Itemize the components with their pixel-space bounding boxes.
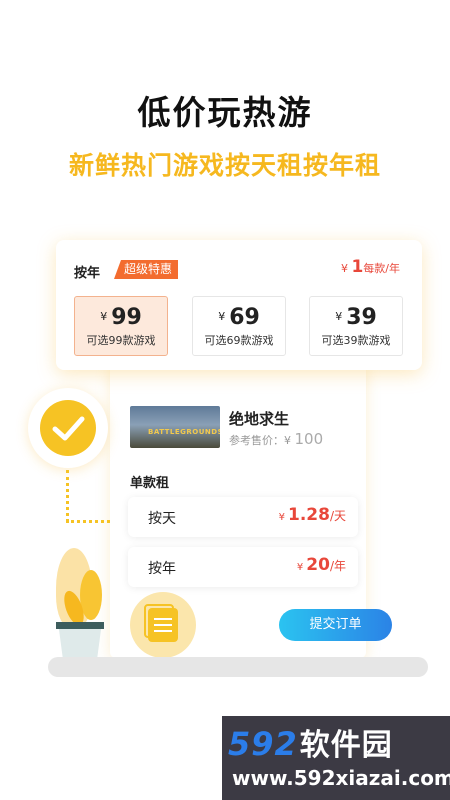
floor-shadow: [48, 657, 428, 677]
dotted-connector: [66, 470, 69, 522]
plant-pot-rim: [56, 622, 104, 629]
reference-price: 参考售价：¥ 100: [229, 430, 324, 448]
plan-option-69[interactable]: ¥69 可选69款游戏: [192, 296, 286, 356]
game-thumbnail-logo: BATTLEGROUNDS: [148, 428, 220, 436]
watermark-logo: 592软件园 www.592xiazai.com: [222, 716, 450, 800]
submit-order-button[interactable]: 提交订单: [279, 609, 392, 641]
check-icon: [40, 400, 96, 456]
game-thumbnail: BATTLEGROUNDS: [130, 406, 220, 448]
headline: 低价玩热游: [137, 93, 313, 132]
rent-option-daily[interactable]: 按天 ¥1.28/天: [128, 497, 358, 537]
check-badge: [28, 388, 108, 468]
rent-option-yearly[interactable]: 按年 ¥20/年: [128, 547, 358, 587]
plan-option-39[interactable]: ¥39 可选39款游戏: [309, 296, 403, 356]
promo-badge: 超级特惠: [114, 260, 179, 279]
document-icon: [144, 604, 178, 642]
per-game-price: ¥ 1每款/年: [340, 257, 400, 277]
document-badge: [130, 592, 196, 658]
yearly-plan-card: 按年 超级特惠 ¥ 1每款/年 ¥99 可选99款游戏 ¥69 可选69款游戏 …: [56, 240, 422, 370]
single-rent-label: 单款租: [130, 476, 170, 491]
plan-option-99[interactable]: ¥99 可选99款游戏: [74, 296, 168, 356]
dotted-connector: [66, 520, 110, 523]
game-title: 绝地求生: [229, 410, 290, 428]
yearly-label: 按年: [74, 266, 101, 281]
subheadline: 新鲜热门游戏按天租按年租: [68, 151, 381, 180]
